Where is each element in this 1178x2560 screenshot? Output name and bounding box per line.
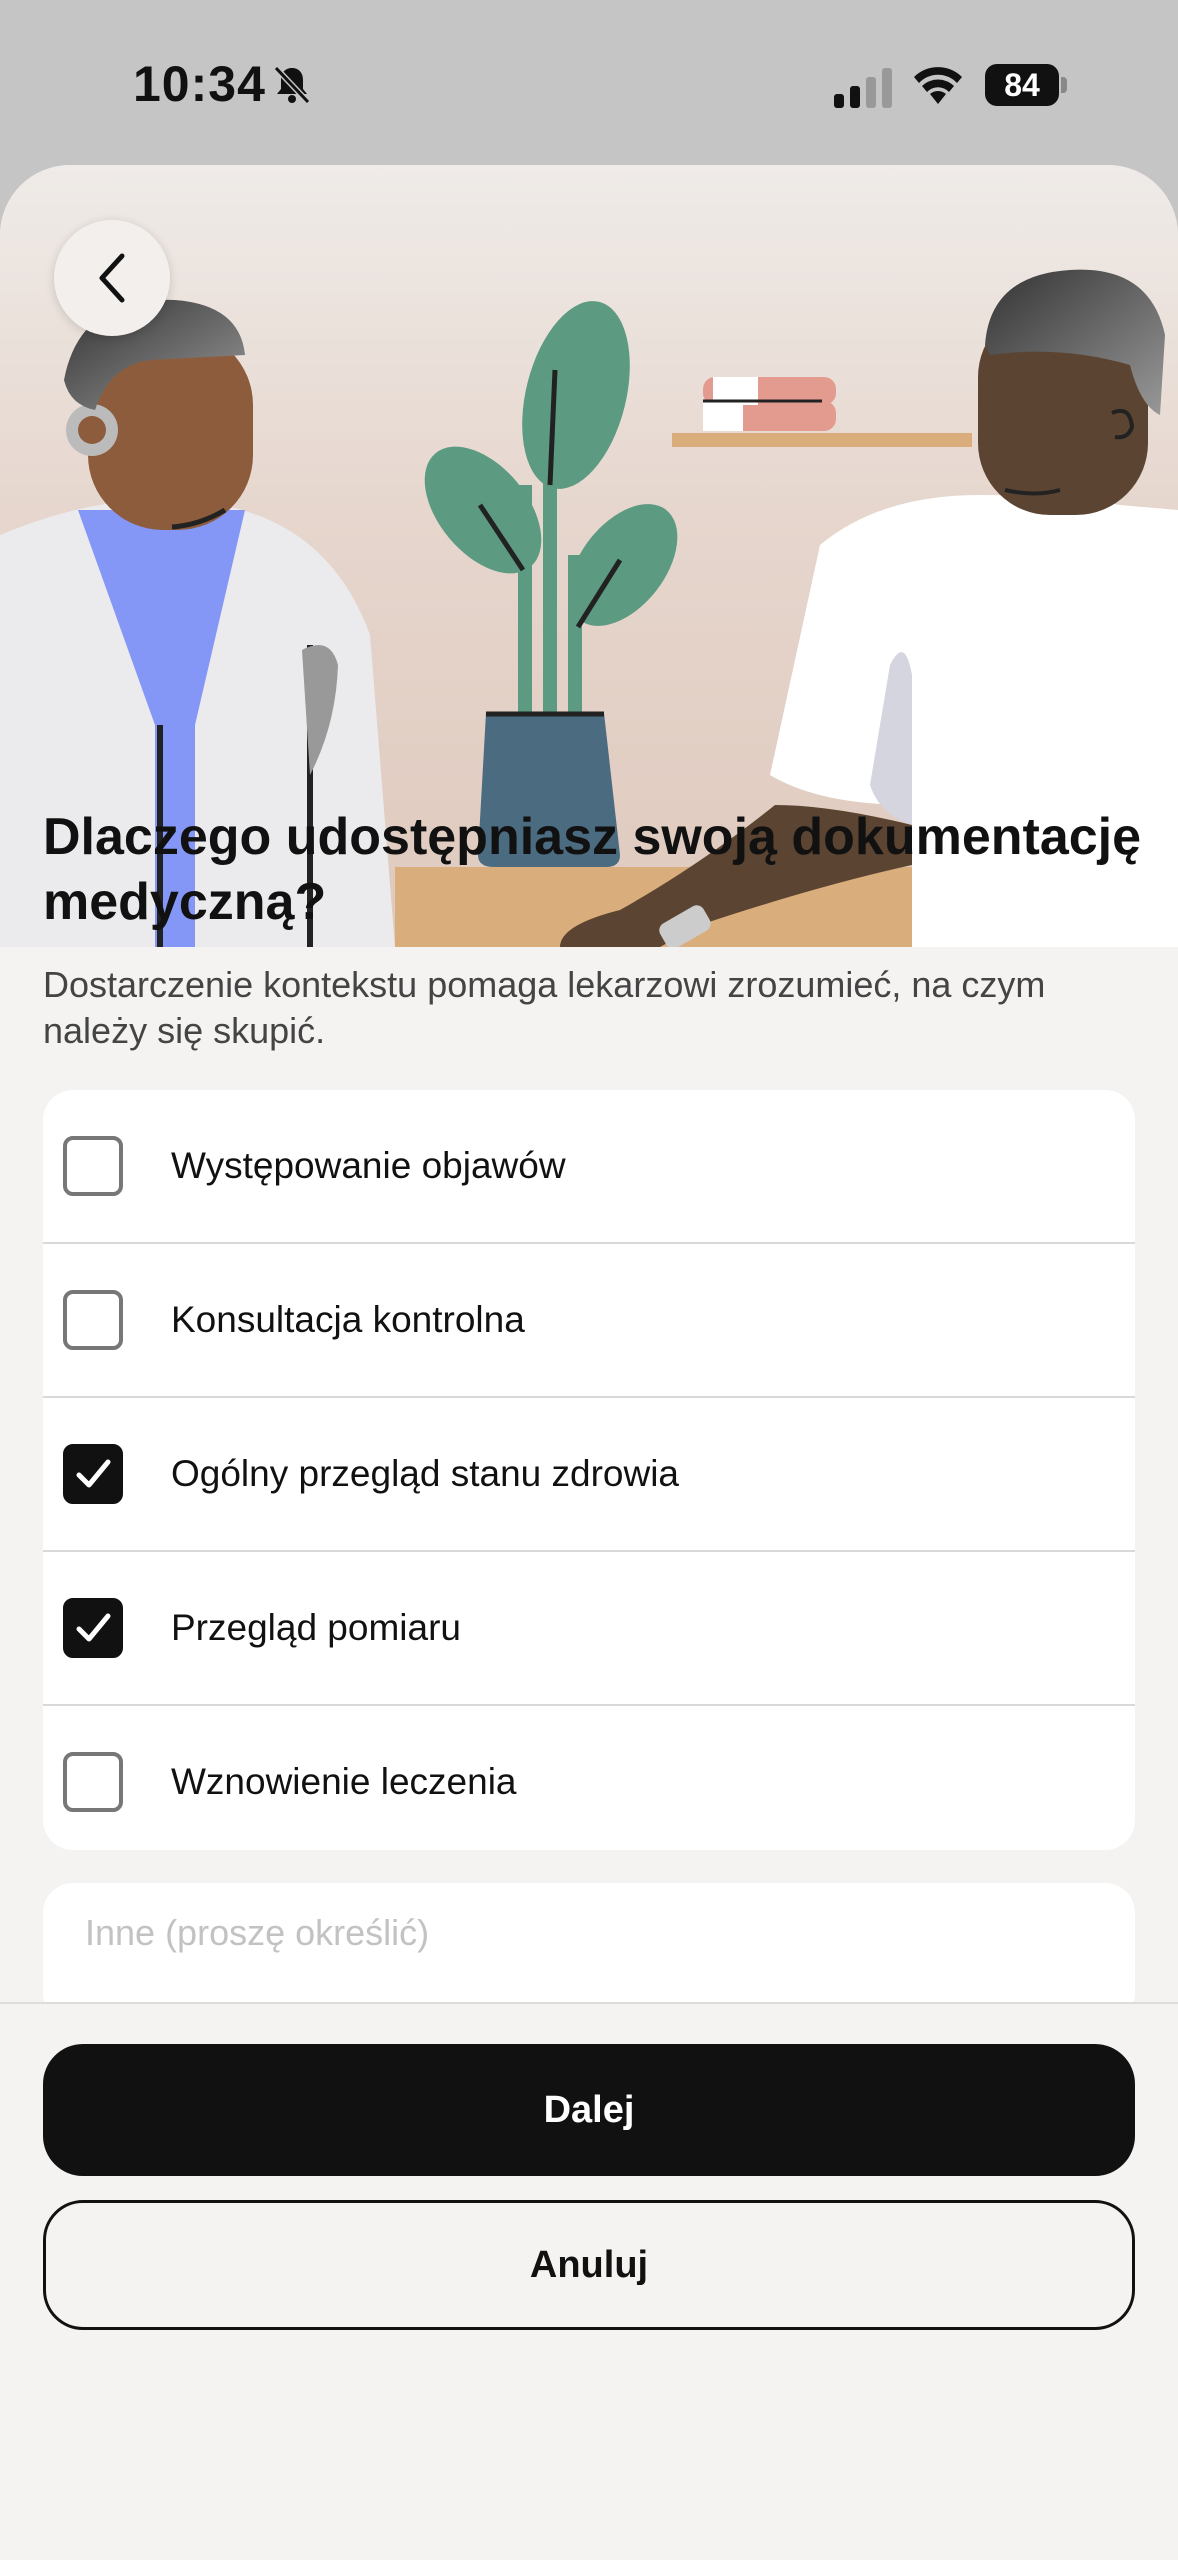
checkbox-checked[interactable] (63, 1444, 123, 1504)
status-time: 10:34 (133, 56, 266, 112)
option-label: Ogólny przegląd stanu zdrowia (171, 1453, 680, 1494)
checkmark-icon (76, 1613, 111, 1642)
option-label: Konsultacja kontrolna (171, 1299, 525, 1340)
option-label: Przegląd pomiaru (171, 1607, 461, 1648)
checkbox-unchecked[interactable] (63, 1752, 123, 1812)
checkbox-unchecked[interactable] (63, 1290, 123, 1350)
cancel-button[interactable]: Anuluj (43, 2200, 1135, 2330)
option-general-review[interactable]: Ogólny przegląd stanu zdrowia (43, 1396, 1135, 1550)
battery-icon: 84 (985, 64, 1069, 106)
option-follow-up[interactable]: Konsultacja kontrolna (43, 1242, 1135, 1396)
battery-level: 84 (985, 64, 1059, 106)
back-button[interactable] (54, 220, 170, 336)
reasons-list: Występowanie objawów Konsultacja kontrol… (43, 1090, 1135, 1850)
bell-slash-icon (273, 65, 311, 105)
wifi-icon (914, 67, 962, 104)
cellular-signal-icon (834, 68, 892, 108)
footer-actions: Dalej Anuluj (0, 2002, 1178, 2397)
checkmark-icon (76, 1459, 111, 1488)
option-symptoms[interactable]: Występowanie objawów (43, 1090, 1135, 1242)
page-title: Dlaczego udostępniasz swoją dokumentację… (43, 808, 1142, 931)
status-bar: 10:34 84 (0, 0, 1178, 165)
page-subtitle: Dostarczenie kontekstu pomaga lekarzowi … (43, 964, 1046, 1051)
chevron-left-icon (99, 253, 125, 303)
next-button[interactable]: Dalej (43, 2044, 1135, 2176)
checkbox-checked[interactable] (63, 1598, 123, 1658)
option-treatment-resume[interactable]: Wznowienie leczenia (43, 1704, 1135, 1850)
option-label: Wznowienie leczenia (171, 1761, 517, 1802)
option-measurement-review[interactable]: Przegląd pomiaru (43, 1550, 1135, 1704)
option-label: Występowanie objawów (171, 1145, 566, 1186)
checkbox-unchecked[interactable] (63, 1136, 123, 1196)
